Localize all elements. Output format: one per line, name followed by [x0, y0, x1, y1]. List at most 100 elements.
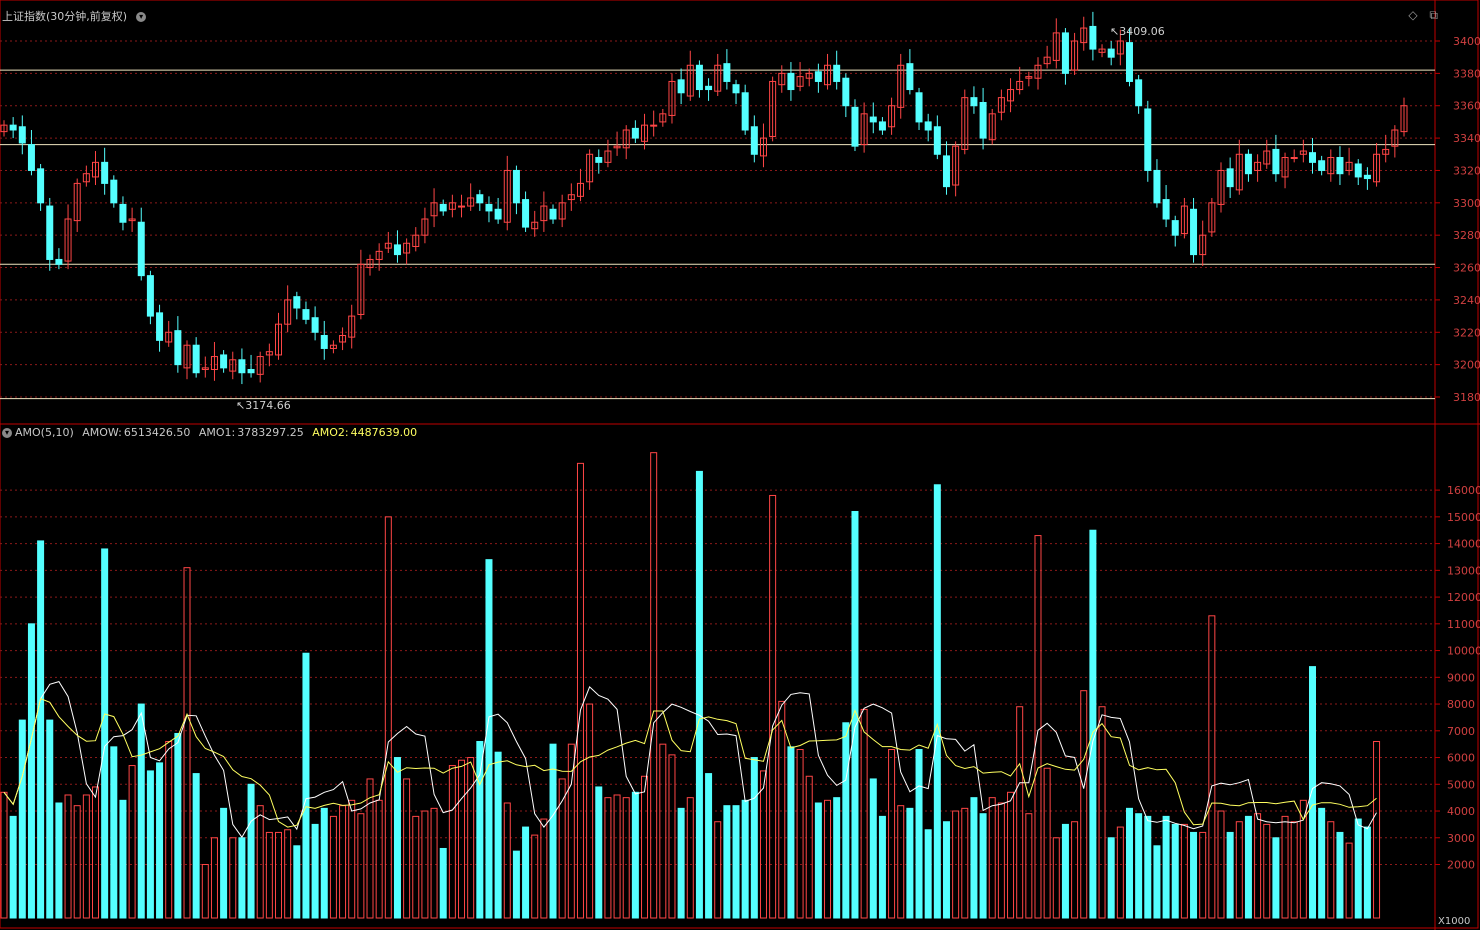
volume-tick-label: 15000 [1447, 511, 1480, 524]
volume-bar [82, 794, 90, 919]
volume-bar [55, 802, 63, 919]
candle-body [906, 63, 914, 91]
price-tick-label: 3260 [1453, 262, 1480, 275]
candle-body [750, 126, 758, 155]
candle-body [311, 317, 319, 333]
candle-body [549, 208, 557, 220]
candle-body [1125, 42, 1133, 82]
price-tick-label: 3200 [1453, 359, 1480, 372]
chevron-down-icon[interactable]: ▾ [136, 12, 147, 22]
candle-body [933, 126, 941, 155]
volume-bar [293, 845, 301, 919]
volume-bar [110, 746, 118, 919]
volume-bar [613, 794, 621, 919]
volume-bar [393, 757, 401, 919]
candle-body [522, 199, 530, 228]
volume-bar [119, 799, 127, 919]
volume-bar [769, 494, 777, 919]
candle-body [787, 72, 795, 91]
volume-bar [1125, 807, 1133, 919]
volume-tick-label: 12000 [1447, 591, 1480, 604]
candle-body [869, 116, 877, 123]
volume-bar [558, 778, 566, 919]
volume-bar [695, 470, 703, 919]
volume-bar [256, 805, 264, 919]
chevron-down-icon[interactable]: ▾ [2, 428, 12, 438]
volume-bar [329, 815, 337, 919]
candle-body [1190, 208, 1198, 256]
volume-bar [1235, 821, 1243, 919]
volume-bar [174, 732, 182, 919]
volume-bar [622, 797, 630, 919]
window-controls: ◇ ⧉ [1400, 8, 1438, 23]
volume-bar [1144, 815, 1152, 919]
chart-title-bar: 上证指数(30分钟,前复权) ▾ [2, 8, 151, 24]
volume-bar [1025, 813, 1033, 919]
price-tick-label: 3400 [1453, 35, 1480, 48]
candle-body [9, 124, 17, 131]
volume-bar [1345, 842, 1353, 919]
volume-tick-label: 9000 [1447, 671, 1475, 684]
volume-bar [631, 791, 639, 919]
volume-bar [348, 799, 356, 919]
candle-body [833, 64, 841, 82]
volume-bar [128, 765, 136, 919]
candle-body [970, 97, 978, 107]
price-tick-label: 3300 [1453, 197, 1480, 210]
amo1-value: 3783297.25 [237, 426, 304, 439]
volume-bar [842, 722, 850, 919]
candle-body [18, 126, 26, 144]
candle-body [110, 179, 118, 204]
amow-label: AMOW: [82, 426, 122, 439]
volume-unit-label: X1000 [1438, 916, 1470, 927]
volume-bar [210, 837, 218, 919]
volume-bar [1208, 615, 1216, 919]
indicator-name: AMO(5,10) [15, 426, 74, 439]
volume-bar [220, 807, 228, 919]
candle-body [485, 203, 493, 212]
candle-body [247, 368, 255, 374]
volume-bar [759, 770, 767, 919]
volume-bar [503, 802, 511, 919]
candle-body [677, 79, 685, 94]
price-tick-label: 3220 [1453, 326, 1480, 339]
volume-bar [1016, 706, 1024, 919]
volume-bar [1299, 799, 1307, 919]
candle-body [1363, 174, 1371, 180]
volume-bar [888, 749, 896, 919]
candle-body [842, 77, 850, 107]
candle-body [1244, 153, 1252, 175]
candle-body [192, 344, 200, 374]
volume-bar [412, 815, 420, 919]
price-volume-chart[interactable]: 3180 3200 3220 3240 3260 3280 3300 3320 3340 3360… [0, 0, 1480, 930]
volume-bar [183, 567, 191, 919]
volume-bar [796, 749, 804, 919]
volume-bar [9, 815, 17, 919]
volume-bar [714, 821, 722, 919]
volume-bar [1034, 535, 1042, 919]
volume-bar [805, 775, 813, 919]
candle-body [814, 71, 822, 82]
volume-bar [1135, 813, 1143, 919]
candle-body [1171, 220, 1179, 236]
volume-bar [1354, 818, 1362, 919]
price-tick-label: 3180 [1453, 391, 1480, 404]
amo1-line [3, 681, 1377, 839]
price-tick-label: 3320 [1453, 164, 1480, 177]
candle-body [512, 169, 520, 204]
candle-body [732, 84, 740, 94]
volume-bar [1363, 826, 1371, 919]
volume-bar [366, 778, 374, 919]
volume-bar [320, 807, 328, 919]
diamond-icon[interactable]: ◇ [1408, 8, 1417, 22]
volume-bar [595, 786, 603, 919]
amo2-label: AMO2: [312, 426, 349, 439]
restore-window-icon[interactable]: ⧉ [1429, 8, 1438, 22]
candle-body [1089, 25, 1097, 50]
volume-bar [73, 805, 81, 919]
volume-bar [265, 831, 273, 919]
volume-tick-label: 6000 [1447, 752, 1475, 765]
volume-bar [229, 837, 237, 919]
volume-bar [723, 805, 731, 919]
volume-bar [1052, 837, 1060, 919]
